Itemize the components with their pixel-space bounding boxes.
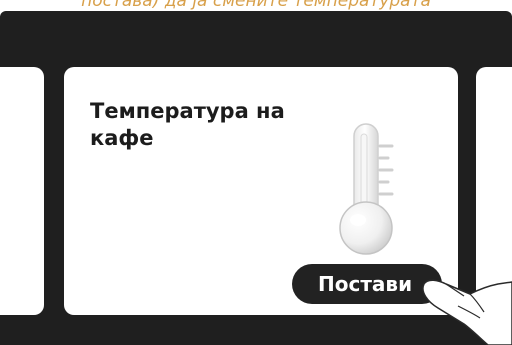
instruction-illustration: поставa) да ја смените температурата Тем… [0, 0, 512, 345]
previous-setting-card[interactable] [0, 67, 44, 315]
pointing-hand-icon [422, 279, 512, 345]
instruction-caption: поставa) да ја смените температурата [81, 0, 431, 11]
card-title: Температура на кафе [90, 99, 285, 150]
thermometer-icon [339, 123, 394, 255]
